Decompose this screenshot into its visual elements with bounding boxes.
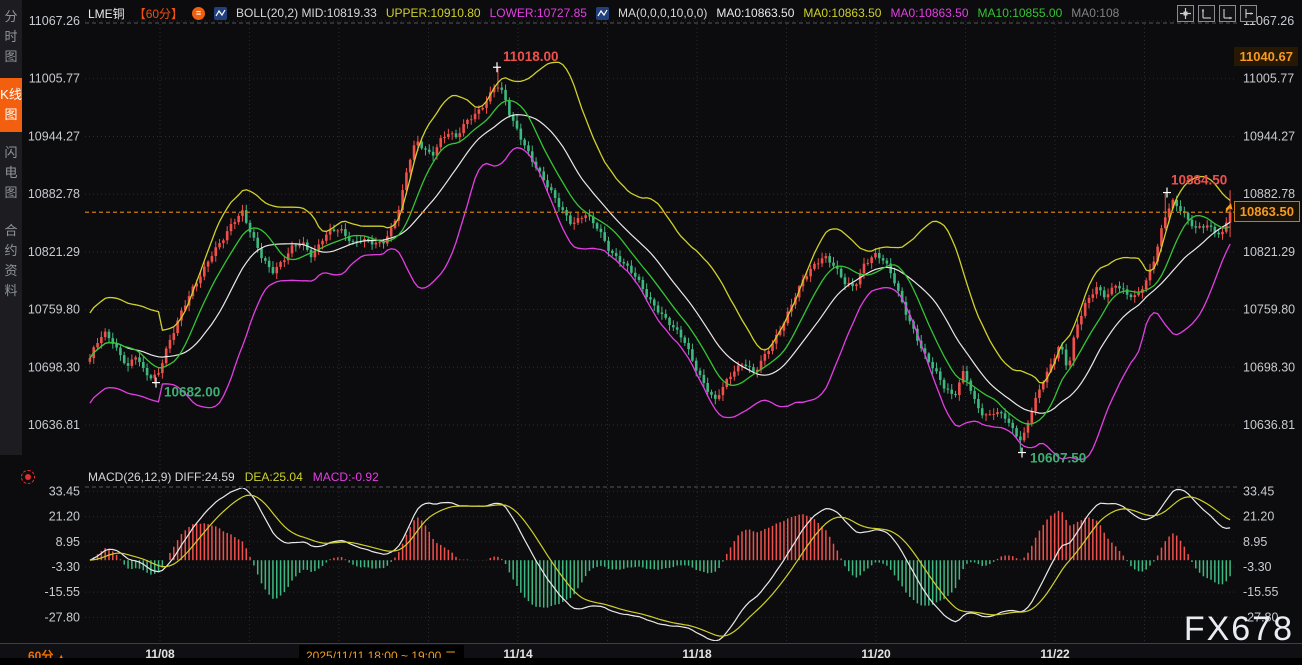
svg-text:10636.81: 10636.81	[28, 418, 80, 432]
svg-text:10882.78: 10882.78	[1243, 187, 1295, 201]
svg-text:10698.30: 10698.30	[1243, 360, 1295, 374]
svg-text:8.95: 8.95	[1243, 535, 1267, 549]
bottom-strip	[0, 658, 1302, 665]
svg-text:10607.50: 10607.50	[1030, 451, 1086, 466]
price-annotations: 11018.00 10682.00 10607.50 10884.50	[152, 49, 1227, 465]
sidebar-tab-合约资料[interactable]: 合约资料	[0, 214, 22, 308]
axis-scale-right-icon[interactable]	[1219, 5, 1236, 22]
svg-text:11067.26: 11067.26	[29, 14, 80, 28]
macd-target-icon[interactable]	[21, 470, 35, 484]
svg-text:11005.77: 11005.77	[29, 72, 80, 86]
ma-value-4: MA0:108	[1071, 6, 1119, 20]
boll-lower-label: LOWER:10727.85	[490, 6, 587, 20]
svg-text:11005.77: 11005.77	[1243, 72, 1294, 86]
svg-text:10944.27: 10944.27	[1243, 129, 1295, 143]
svg-text:8.95: 8.95	[56, 535, 80, 549]
period-tag: 【60分】	[134, 5, 183, 22]
circle-menu-icon[interactable]: ≡	[192, 7, 205, 20]
ma-value-2: MA0:10863.50	[890, 6, 968, 20]
macd-histogram	[90, 511, 1230, 608]
ma-value-3: MA10:10855.00	[978, 6, 1063, 20]
ma-value-1: MA0:10863.50	[803, 6, 881, 20]
gridlines	[85, 21, 1237, 641]
axis-scale-left-icon[interactable]	[1198, 5, 1215, 22]
sidebar-tab-K线图[interactable]: K线图	[0, 78, 22, 132]
svg-text:10882.78: 10882.78	[28, 187, 80, 201]
macd-legend: MACD(26,12,9) DIFF:24.59 DEA:25.04 MACD:…	[88, 470, 379, 484]
svg-text:10944.27: 10944.27	[28, 129, 80, 143]
macd-main-label: MACD(26,12,9) DIFF:24.59	[88, 470, 235, 484]
svg-text:10682.00: 10682.00	[164, 385, 220, 400]
ma-values: MA0:10863.50 MA0:10863.50 MA0:10863.50 MA10…	[716, 6, 1119, 20]
candlestick-chart[interactable]: 11067.2611067.2611005.7711005.7710944.27…	[0, 0, 1302, 665]
svg-text:33.45: 33.45	[1243, 484, 1274, 498]
boll-label: BOLL(20,2) MID:10819.33	[236, 6, 377, 20]
boll-indicator-icon	[214, 7, 227, 20]
watermark: FX678	[1184, 610, 1294, 649]
svg-text:10698.30: 10698.30	[28, 360, 80, 374]
svg-text:10759.80: 10759.80	[1243, 303, 1295, 317]
svg-text:-3.30: -3.30	[52, 560, 81, 574]
indicator-legend: LME铜 【60分】 ≡ BOLL(20,2) MID:10819.33 UPP…	[88, 5, 1119, 21]
svg-text:-15.55: -15.55	[45, 585, 80, 599]
svg-text:-3.30: -3.30	[1243, 560, 1272, 574]
macd-dea-label: DEA:25.04	[245, 470, 303, 484]
svg-text:11018.00: 11018.00	[503, 49, 559, 64]
svg-text:-15.55: -15.55	[1243, 585, 1278, 599]
svg-text:10636.81: 10636.81	[1243, 418, 1295, 432]
session-high-badge: 11040.67	[1234, 47, 1298, 66]
sidebar-tab-分时图[interactable]: 分时图	[0, 0, 22, 74]
ma-indicator-icon	[596, 7, 609, 20]
trading-terminal: 11067.2611067.2611005.7711005.7710944.27…	[0, 0, 1302, 665]
ma-value-0: MA0:10863.50	[716, 6, 794, 20]
svg-text:10884.50: 10884.50	[1171, 173, 1227, 188]
symbol-name: LME铜	[88, 5, 125, 22]
sidebar: 分时图 K线图闪电图合约资料	[0, 0, 22, 455]
svg-text:21.20: 21.20	[1243, 510, 1274, 524]
svg-text:10821.29: 10821.29	[1243, 245, 1295, 259]
sidebar-tab-闪电图[interactable]: 闪电图	[0, 136, 22, 210]
last-price-badge: 10863.50	[1234, 201, 1300, 222]
ma-group-label: MA(0,0,0,10,0,0)	[618, 6, 707, 20]
chart-toolbar	[1177, 5, 1257, 22]
svg-text:10759.80: 10759.80	[28, 303, 80, 317]
svg-text:10821.29: 10821.29	[28, 245, 80, 259]
boll-upper-label: UPPER:10910.80	[386, 6, 481, 20]
macd-bar-label: MACD:-0.92	[313, 470, 379, 484]
pan-icon[interactable]	[1177, 5, 1194, 22]
svg-text:21.20: 21.20	[49, 510, 80, 524]
svg-text:33.45: 33.45	[49, 484, 80, 498]
axis-shift-icon[interactable]	[1240, 5, 1257, 22]
svg-text:-27.80: -27.80	[45, 610, 80, 624]
candles	[89, 67, 1232, 452]
